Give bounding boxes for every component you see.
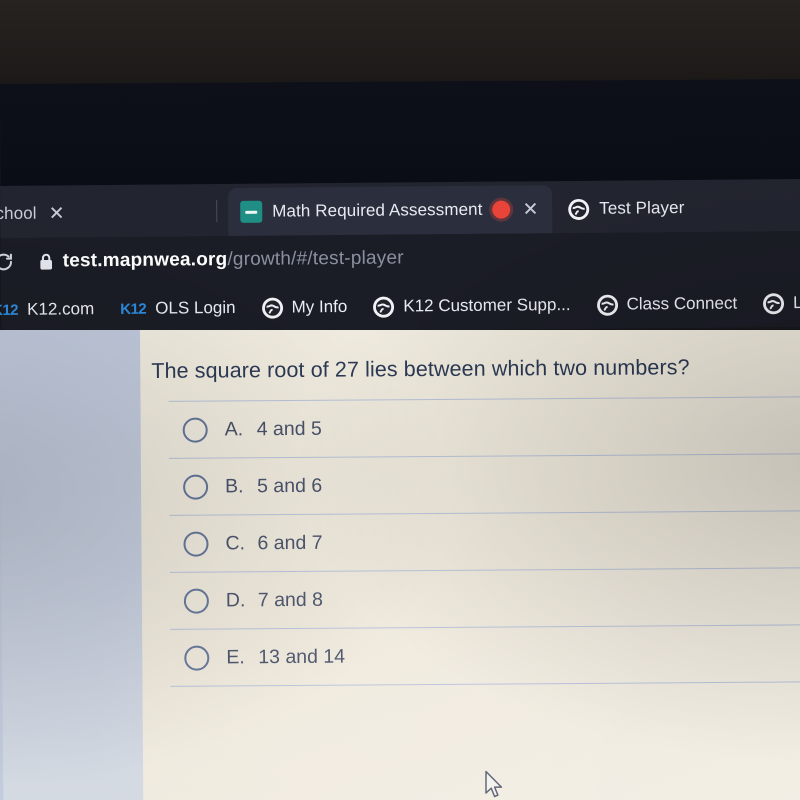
option-text-b: 5 and 6 — [257, 474, 323, 497]
answer-option-b[interactable]: B. 5 and 6 — [168, 453, 800, 516]
tab-divider — [216, 200, 218, 223]
globe-icon-bm2 — [261, 297, 283, 319]
browser-tab-3[interactable]: Test Player — [556, 184, 697, 233]
option-text-e: 13 and 14 — [258, 645, 346, 668]
globe-icon-tab3 — [568, 198, 590, 220]
test-player-page: The square root of 27 lies between which… — [0, 330, 800, 800]
bookmark-label-4: Class Connect — [626, 293, 738, 314]
url-host: test.mapnwea.org — [62, 249, 228, 272]
answer-option-c[interactable]: C. 6 and 7 — [169, 510, 800, 573]
option-text-d: 7 and 8 — [257, 588, 324, 611]
tab-title-2: Math Required Assessment — [272, 199, 483, 221]
k12-icon-1: K12 — [0, 301, 19, 319]
radio-button-e[interactable] — [184, 645, 210, 671]
url-path: /growth/#/test-player — [227, 247, 404, 271]
option-letter-c: C. — [225, 531, 246, 554]
browser-chrome: ine School ✕ Math Required Assessment ✕ … — [0, 178, 800, 334]
browser-tab-2[interactable]: Math Required Assessment ✕ — [228, 185, 553, 237]
option-letter-a: A. — [224, 417, 244, 440]
tab-strip: ine School ✕ Math Required Assessment ✕ … — [0, 178, 800, 238]
option-text-c: 6 and 7 — [257, 531, 323, 554]
k12-icon-2: K12 — [120, 300, 147, 318]
monitor-bezel-top — [0, 0, 800, 88]
lock-icon — [29, 252, 63, 270]
option-text-a: 4 and 5 — [256, 417, 322, 440]
tab-title-3: Test Player — [599, 198, 685, 218]
answer-option-d[interactable]: D. 7 and 8 — [169, 567, 800, 630]
radio-button-b[interactable] — [183, 474, 209, 500]
photo-frame: ine School ✕ Math Required Assessment ✕ … — [0, 0, 800, 800]
bookmark-ols-login[interactable]: K12 OLS Login — [107, 298, 249, 319]
bookmark-my-info[interactable]: My Info — [248, 296, 360, 319]
radio-button-c[interactable] — [183, 531, 209, 557]
reload-icon[interactable] — [0, 251, 29, 273]
bookmark-k12-customer-support[interactable]: K12 Customer Supp... — [360, 294, 583, 318]
option-letter-d: D. — [225, 588, 246, 611]
option-letter-e: E. — [226, 645, 245, 668]
page-viewport: The square root of 27 lies between which… — [0, 330, 800, 800]
globe-icon-bm4 — [596, 294, 618, 316]
tab-close-icon-1[interactable]: ✕ — [47, 203, 67, 224]
bookmark-label-5: LogMe — [793, 292, 800, 313]
option-letter-b: B. — [225, 474, 244, 497]
answer-option-a[interactable]: A. 4 and 5 — [168, 396, 800, 459]
bookmark-class-connect[interactable]: Class Connect — [583, 293, 750, 316]
tab-close-icon-2[interactable]: ✕ — [520, 199, 540, 220]
recording-indicator-icon[interactable] — [492, 200, 511, 219]
bookmark-k12com[interactable]: K12 K12.com — [0, 299, 107, 320]
bookmark-label-0: K12.com — [27, 299, 95, 319]
bookmark-label-2: My Info — [291, 296, 348, 317]
bookmark-logmein[interactable]: LogMe — [750, 292, 800, 314]
answer-options-list: A. 4 and 5 B. 5 and 6 C. 6 and 7 D. 7 an… — [168, 395, 800, 687]
radio-button-d[interactable] — [183, 588, 209, 614]
math-assessment-icon — [240, 200, 263, 223]
answer-option-e[interactable]: E. 13 and 14 — [170, 624, 800, 687]
question-card: The square root of 27 lies between which… — [139, 330, 800, 800]
browser-titlebar-dark-area — [0, 79, 800, 194]
question-prompt: The square root of 27 lies between which… — [151, 355, 690, 383]
address-bar[interactable]: test.mapnwea.org/growth/#/test-player — [0, 231, 800, 286]
bookmarks-bar: K12 K12.com K12 OLS Login My Info K12 Cu… — [0, 279, 800, 334]
globe-icon-bm5 — [763, 292, 785, 314]
left-gutter — [0, 330, 150, 800]
bookmark-label-3: K12 Customer Supp... — [403, 295, 571, 316]
browser-tab-1[interactable]: ine School ✕ — [0, 189, 79, 238]
url-display[interactable]: test.mapnwea.org/growth/#/test-player — [63, 247, 404, 272]
bookmark-label-1: OLS Login — [155, 297, 236, 318]
globe-icon-bm3 — [373, 296, 395, 318]
radio-button-a[interactable] — [182, 417, 208, 443]
tab-title-1: ine School — [0, 203, 37, 224]
